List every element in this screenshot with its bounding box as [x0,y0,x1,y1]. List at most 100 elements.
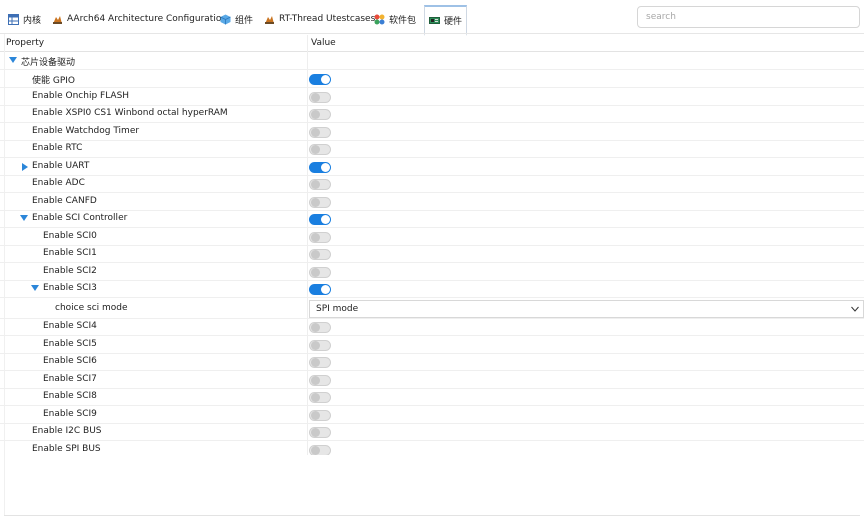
sci4-toggle[interactable] [309,322,331,333]
tree-row-sci7: Enable SCI7 [0,372,864,389]
row-label: Enable SCI8 [43,391,97,401]
property-column-header: Property [6,38,45,48]
search-input[interactable] [637,6,860,28]
sci9-toggle[interactable] [309,410,331,421]
tree-row-chip-drivers[interactable]: 芯片设备驱动 [0,53,864,70]
cube-icon [220,14,231,25]
toggle-knob [311,198,320,207]
toggle-knob [311,93,320,102]
tree-row-spi-bus: Enable SPI BUS [0,442,864,455]
chevron-down-icon [851,305,859,315]
row-label: Enable SCI3 [43,283,97,293]
tree-row-sci6: Enable SCI6 [0,354,864,371]
tree-row-uart[interactable]: Enable UART [0,159,864,176]
toggle-knob [311,393,320,402]
toggle-knob [311,268,320,277]
tree-row-sci5: Enable SCI5 [0,337,864,354]
toggle-knob [311,376,320,385]
value-column-header: Value [311,38,336,48]
chip-icon [264,14,275,25]
rtc-toggle[interactable] [309,144,331,155]
tab-label: RT-Thread Utestcases [279,14,376,24]
row-label: Enable XSPI0 CS1 Winbond octal hyperRAM [32,108,228,118]
tree-row-canfd: Enable CANFD [0,194,864,211]
row-label: Enable SCI0 [43,231,97,241]
sci6-toggle[interactable] [309,357,331,368]
sci-controller-toggle[interactable] [309,214,331,225]
tab-packages[interactable]: 软件包 [370,6,420,32]
board-icon [429,15,440,26]
row-label: Enable UART [32,161,90,171]
toggle-knob [311,358,320,367]
expand-down-icon[interactable] [31,285,39,291]
toggle-knob [311,323,320,332]
row-label: Enable I2C BUS [32,426,102,436]
tree-row-rtc: Enable RTC [0,141,864,158]
row-label: Enable SCI4 [43,321,97,331]
row-label: Enable CANFD [32,196,97,206]
expand-down-icon[interactable] [9,57,17,63]
toggle-knob [311,446,320,455]
tree-row-gpio: 使能 GPIO [0,71,864,88]
tree-row-sci9: Enable SCI9 [0,407,864,424]
toggle-knob [311,145,320,154]
sci-mode-value: SPI mode [316,304,359,314]
tree-row-xspi0-hyperram: Enable XSPI0 CS1 Winbond octal hyperRAM [0,106,864,123]
i2c-bus-toggle[interactable] [309,427,331,438]
onchip-flash-toggle[interactable] [309,92,331,103]
tab-rt-thread-utestcases[interactable]: RT-Thread Utestcases [260,6,379,32]
tab-label: 硬件 [444,17,463,27]
watchdog-toggle[interactable] [309,127,331,138]
tree-row-onchip-flash: Enable Onchip FLASH [0,89,864,106]
row-label: Enable SCI7 [43,374,97,384]
tree-row-i2c-bus: Enable I2C BUS [0,424,864,441]
tree-row-sci3[interactable]: Enable SCI3 [0,281,864,298]
sci-mode-select[interactable]: SPI mode [309,300,864,318]
sci1-toggle[interactable] [309,249,331,260]
packages-icon [374,14,385,25]
tree-row-adc: Enable ADC [0,176,864,193]
toggle-knob [321,285,330,294]
tab-components[interactable]: 组件 [216,6,257,32]
row-label: Enable SCI2 [43,266,97,276]
expand-down-icon[interactable] [20,215,28,221]
tab-label: 组件 [235,15,254,26]
canfd-toggle[interactable] [309,197,331,208]
toggle-knob [311,428,320,437]
adc-toggle[interactable] [309,179,331,190]
row-label: Enable Onchip FLASH [32,91,130,101]
expand-right-icon[interactable] [22,163,28,171]
toggle-knob [321,215,330,224]
tree-row-sci0: Enable SCI0 [0,229,864,246]
tab-label: 内核 [23,15,42,26]
tab-kernel[interactable]: 内核 [4,6,45,32]
property-table-header: Property Value [0,35,864,52]
toggle-knob [311,110,320,119]
chip-icon [52,14,63,25]
toggle-knob [311,180,320,189]
gpio-toggle[interactable] [309,74,331,85]
uart-toggle[interactable] [309,162,331,173]
tree-row-sci-controller[interactable]: Enable SCI Controller [0,211,864,228]
toggle-knob [311,233,320,242]
sci8-toggle[interactable] [309,392,331,403]
sci0-toggle[interactable] [309,232,331,243]
row-label: Enable RTC [32,143,83,153]
sci7-toggle[interactable] [309,375,331,386]
sci5-toggle[interactable] [309,340,331,351]
xspi0-hyperram-toggle[interactable] [309,109,331,120]
tab-aarch64-config[interactable]: AArch64 Architecture Configuration [48,6,231,32]
panel-bottom-border [4,515,860,516]
sci3-toggle[interactable] [309,284,331,295]
row-label: Enable SPI BUS [32,444,101,454]
tree-row-sci1: Enable SCI1 [0,246,864,263]
toggle-knob [311,411,320,420]
row-label: Enable ADC [32,178,85,188]
tab-hardware[interactable]: 硬件 [424,5,468,36]
row-label: Enable SCI5 [43,339,97,349]
spi-bus-toggle[interactable] [309,445,331,455]
toggle-knob [311,128,320,137]
sci2-toggle[interactable] [309,267,331,278]
row-label: choice sci mode [55,303,128,313]
row-label: Enable SCI6 [43,356,97,366]
